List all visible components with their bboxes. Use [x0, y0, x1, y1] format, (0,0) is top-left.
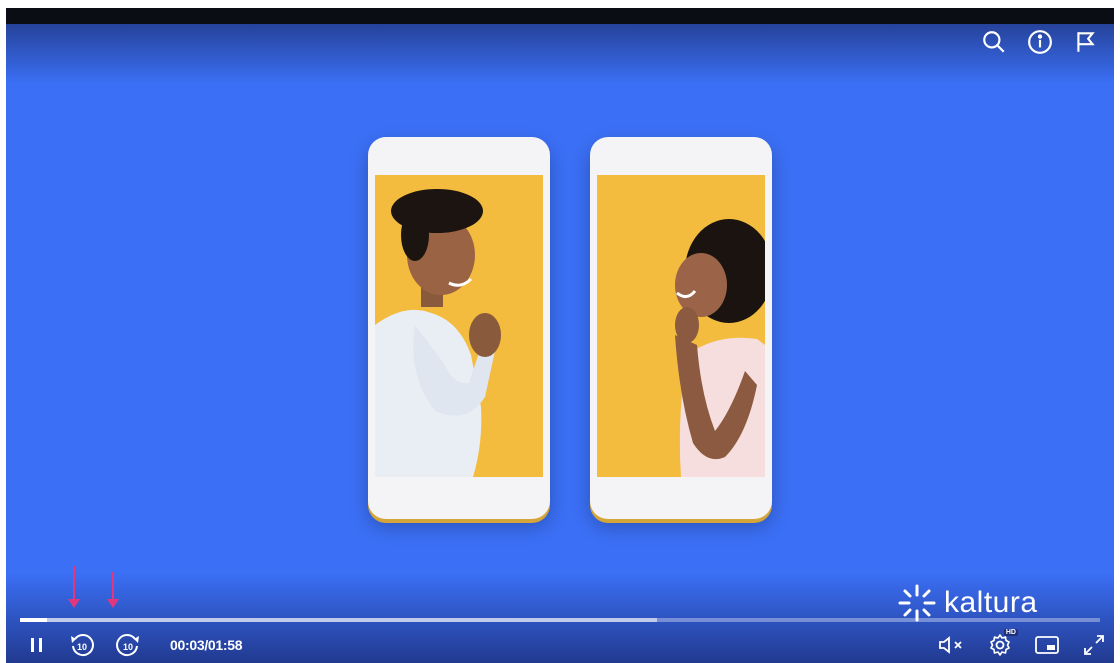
- phone-left-screen: [375, 175, 543, 477]
- brand-name: kaltura: [944, 586, 1038, 619]
- time-display: 00:03/01:58: [170, 637, 243, 653]
- forward-10-label: 10: [123, 642, 133, 652]
- annotation-arrow-1: [73, 566, 75, 602]
- phone-left: [368, 137, 550, 519]
- pause-button[interactable]: [28, 630, 46, 660]
- current-time: 00:03: [170, 637, 205, 653]
- seek-bar-played: [20, 618, 47, 622]
- fullscreen-button[interactable]: [1082, 630, 1106, 660]
- brand-watermark: kaltura: [898, 584, 1038, 622]
- flag-icon[interactable]: [1072, 28, 1100, 56]
- phone-right-screen: [597, 175, 765, 477]
- kaltura-logo-icon: [898, 584, 936, 622]
- seek-bar[interactable]: [20, 618, 1100, 622]
- woman-dancing-illustration: [597, 175, 765, 477]
- rewind-10-icon: 10: [71, 634, 94, 657]
- total-duration: 01:58: [207, 637, 243, 653]
- annotation-arrow-2: [112, 572, 114, 602]
- letterbox-bar: [6, 8, 1114, 24]
- right-controls: HD: [938, 629, 1106, 660]
- volume-muted-icon: [939, 636, 962, 654]
- fullscreen-icon: [1084, 635, 1104, 655]
- picture-in-picture-button[interactable]: [1034, 630, 1060, 660]
- annotation-arrow-1-head: [68, 599, 80, 608]
- settings-icon: [990, 634, 1010, 656]
- rewind-10-button[interactable]: 10: [68, 630, 96, 660]
- forward-10-icon: 10: [116, 634, 139, 657]
- info-icon[interactable]: [1026, 28, 1054, 56]
- top-gradient: [6, 24, 1114, 84]
- annotation-arrow-2-head: [107, 599, 119, 608]
- phone-right: [590, 137, 772, 519]
- rewind-10-label: 10: [77, 642, 87, 652]
- seek-bar-buffered: [20, 618, 658, 622]
- video-player[interactable]: kaltura 10 10 00:03/01:58 HD: [6, 8, 1114, 663]
- top-controls: [980, 28, 1100, 56]
- picture-in-picture-icon: [1035, 636, 1059, 654]
- control-bar: 10 10 00:03/01:58 HD: [6, 629, 1114, 660]
- pause-icon: [31, 638, 42, 652]
- settings-button[interactable]: HD: [988, 629, 1018, 660]
- man-dancing-illustration: [375, 175, 543, 477]
- mute-button[interactable]: [938, 630, 966, 660]
- search-icon[interactable]: [980, 28, 1008, 56]
- forward-10-button[interactable]: 10: [114, 630, 142, 660]
- hd-badge: HD: [1003, 629, 1018, 636]
